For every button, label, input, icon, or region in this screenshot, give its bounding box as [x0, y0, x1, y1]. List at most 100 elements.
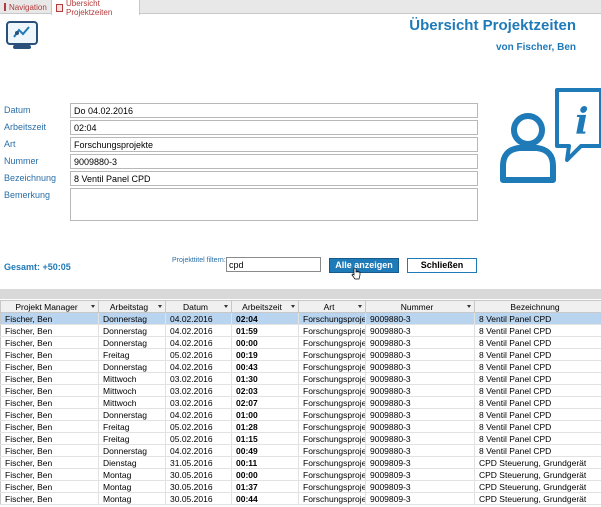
- table-cell[interactable]: 9009809-3: [365, 480, 475, 493]
- column-header[interactable]: Arbeitstag: [98, 300, 166, 313]
- table-cell[interactable]: 04.02.2016: [165, 324, 232, 337]
- table-cell[interactable]: Fischer, Ben: [0, 312, 99, 325]
- column-header[interactable]: Projekt Manager: [0, 300, 99, 313]
- table-row[interactable]: Fischer, Ben Donnerstag 04.02.2016 00:49 For…: [0, 444, 601, 457]
- table-row[interactable]: Fischer, Ben Donnerstag 04.02.2016 00:00 For…: [0, 336, 601, 349]
- table-cell[interactable]: Forschungsproje: [298, 444, 366, 457]
- table-cell[interactable]: Fischer, Ben: [0, 420, 99, 433]
- table-row[interactable]: Fischer, Ben Freitag 05.02.2016 00:19 Forsch…: [0, 348, 601, 361]
- table-cell[interactable]: Forschungsproje: [298, 408, 366, 421]
- table-row[interactable]: Fischer, Ben Donnerstag 04.02.2016 01:59 For…: [0, 324, 601, 337]
- table-cell[interactable]: Fischer, Ben: [0, 384, 99, 397]
- table-cell[interactable]: 00:00: [231, 336, 299, 349]
- alle-anzeigen-button[interactable]: Alle anzeigen: [329, 258, 399, 273]
- table-cell[interactable]: 01:37: [231, 480, 299, 493]
- dropdown-arrow-icon[interactable]: [91, 305, 95, 308]
- table-cell[interactable]: CPD Steuerung, Grundgerät: [474, 492, 601, 505]
- table-cell[interactable]: Forschungsproje: [298, 396, 366, 409]
- table-row[interactable]: Fischer, Ben Donnerstag 04.02.2016 01:00 For…: [0, 408, 601, 421]
- table-cell[interactable]: Forschungsproje: [298, 336, 366, 349]
- table-cell[interactable]: Fischer, Ben: [0, 456, 99, 469]
- table-cell[interactable]: 05.02.2016: [165, 348, 232, 361]
- table-cell[interactable]: Fischer, Ben: [0, 432, 99, 445]
- table-cell[interactable]: 04.02.2016: [165, 444, 232, 457]
- table-cell[interactable]: Forschungsproje: [298, 420, 366, 433]
- table-cell[interactable]: 8 Ventil Panel CPD: [474, 336, 601, 349]
- table-cell[interactable]: 9009880-3: [365, 432, 475, 445]
- table-cell[interactable]: 9009880-3: [365, 348, 475, 361]
- table-cell[interactable]: Forschungsproje: [298, 456, 366, 469]
- table-cell[interactable]: Montag: [98, 492, 166, 505]
- table-cell[interactable]: Fischer, Ben: [0, 492, 99, 505]
- table-cell[interactable]: 8 Ventil Panel CPD: [474, 348, 601, 361]
- table-cell[interactable]: Donnerstag: [98, 336, 166, 349]
- table-cell[interactable]: 02:03: [231, 384, 299, 397]
- dropdown-arrow-icon[interactable]: [467, 305, 471, 308]
- table-cell[interactable]: Dienstag: [98, 456, 166, 469]
- table-cell[interactable]: 00:44: [231, 492, 299, 505]
- table-cell[interactable]: 9009880-3: [365, 372, 475, 385]
- table-row[interactable]: Fischer, Ben Mittwoch 03.02.2016 01:30 Forsc…: [0, 372, 601, 385]
- table-cell[interactable]: Freitag: [98, 348, 166, 361]
- table-cell[interactable]: 8 Ventil Panel CPD: [474, 384, 601, 397]
- table-cell[interactable]: 00:43: [231, 360, 299, 373]
- table-cell[interactable]: 8 Ventil Panel CPD: [474, 432, 601, 445]
- table-cell[interactable]: 01:59: [231, 324, 299, 337]
- table-cell[interactable]: 9009880-3: [365, 324, 475, 337]
- table-cell[interactable]: Mittwoch: [98, 384, 166, 397]
- table-cell[interactable]: Fischer, Ben: [0, 324, 99, 337]
- table-cell[interactable]: Forschungsproje: [298, 492, 366, 505]
- table-cell[interactable]: 01:28: [231, 420, 299, 433]
- table-cell[interactable]: Fischer, Ben: [0, 444, 99, 457]
- table-cell[interactable]: Forschungsproje: [298, 372, 366, 385]
- table-row[interactable]: Fischer, Ben Dienstag 31.05.2016 00:11 Forsc…: [0, 456, 601, 469]
- table-cell[interactable]: Forschungsproje: [298, 324, 366, 337]
- table-cell[interactable]: 30.05.2016: [165, 480, 232, 493]
- table-row[interactable]: Fischer, Ben Montag 30.05.2016 00:44 Forschu…: [0, 492, 601, 505]
- column-header[interactable]: Arbeitszeit: [231, 300, 299, 313]
- table-cell[interactable]: CPD Steuerung, Grundgerät: [474, 480, 601, 493]
- table-cell[interactable]: 8 Ventil Panel CPD: [474, 444, 601, 457]
- table-cell[interactable]: Forschungsproje: [298, 312, 366, 325]
- table-cell[interactable]: Fischer, Ben: [0, 468, 99, 481]
- table-cell[interactable]: Mittwoch: [98, 372, 166, 385]
- table-cell[interactable]: 04.02.2016: [165, 360, 232, 373]
- bezeichnung-field[interactable]: 8 Ventil Panel CPD: [70, 171, 478, 186]
- table-cell[interactable]: 8 Ventil Panel CPD: [474, 360, 601, 373]
- table-row[interactable]: Fischer, Ben Montag 30.05.2016 00:00 Forschu…: [0, 468, 601, 481]
- tab-navigation[interactable]: Navigation: [0, 0, 50, 14]
- table-cell[interactable]: 04.02.2016: [165, 312, 232, 325]
- table-cell[interactable]: 02:07: [231, 396, 299, 409]
- table-cell[interactable]: Montag: [98, 480, 166, 493]
- table-cell[interactable]: 01:15: [231, 432, 299, 445]
- table-cell[interactable]: Donnerstag: [98, 360, 166, 373]
- bemerkung-field[interactable]: [70, 188, 478, 221]
- table-cell[interactable]: Forschungsproje: [298, 480, 366, 493]
- table-cell[interactable]: CPD Steuerung, Grundgerät: [474, 468, 601, 481]
- table-cell[interactable]: 9009809-3: [365, 456, 475, 469]
- datum-field[interactable]: Do 04.02.2016: [70, 103, 478, 118]
- table-cell[interactable]: 9009809-3: [365, 492, 475, 505]
- table-cell[interactable]: 05.02.2016: [165, 420, 232, 433]
- column-header[interactable]: Art: [298, 300, 366, 313]
- table-cell[interactable]: Forschungsproje: [298, 348, 366, 361]
- table-cell[interactable]: Fischer, Ben: [0, 372, 99, 385]
- table-cell[interactable]: Freitag: [98, 420, 166, 433]
- table-cell[interactable]: 03.02.2016: [165, 372, 232, 385]
- table-cell[interactable]: Fischer, Ben: [0, 480, 99, 493]
- table-cell[interactable]: 30.05.2016: [165, 468, 232, 481]
- dropdown-arrow-icon[interactable]: [291, 305, 295, 308]
- table-cell[interactable]: 01:30: [231, 372, 299, 385]
- table-cell[interactable]: CPD Steuerung, Grundgerät: [474, 456, 601, 469]
- table-cell[interactable]: Montag: [98, 468, 166, 481]
- table-cell[interactable]: 8 Ventil Panel CPD: [474, 396, 601, 409]
- table-cell[interactable]: Forschungsproje: [298, 432, 366, 445]
- table-cell[interactable]: Fischer, Ben: [0, 360, 99, 373]
- table-cell[interactable]: Donnerstag: [98, 408, 166, 421]
- column-header[interactable]: Datum: [165, 300, 232, 313]
- table-row[interactable]: Fischer, Ben Freitag 05.02.2016 01:28 Forsch…: [0, 420, 601, 433]
- table-cell[interactable]: Forschungsproje: [298, 468, 366, 481]
- tab-projektzeiten[interactable]: Übersicht Projektzeiten: [51, 0, 140, 17]
- table-cell[interactable]: 05.02.2016: [165, 432, 232, 445]
- table-cell[interactable]: 03.02.2016: [165, 396, 232, 409]
